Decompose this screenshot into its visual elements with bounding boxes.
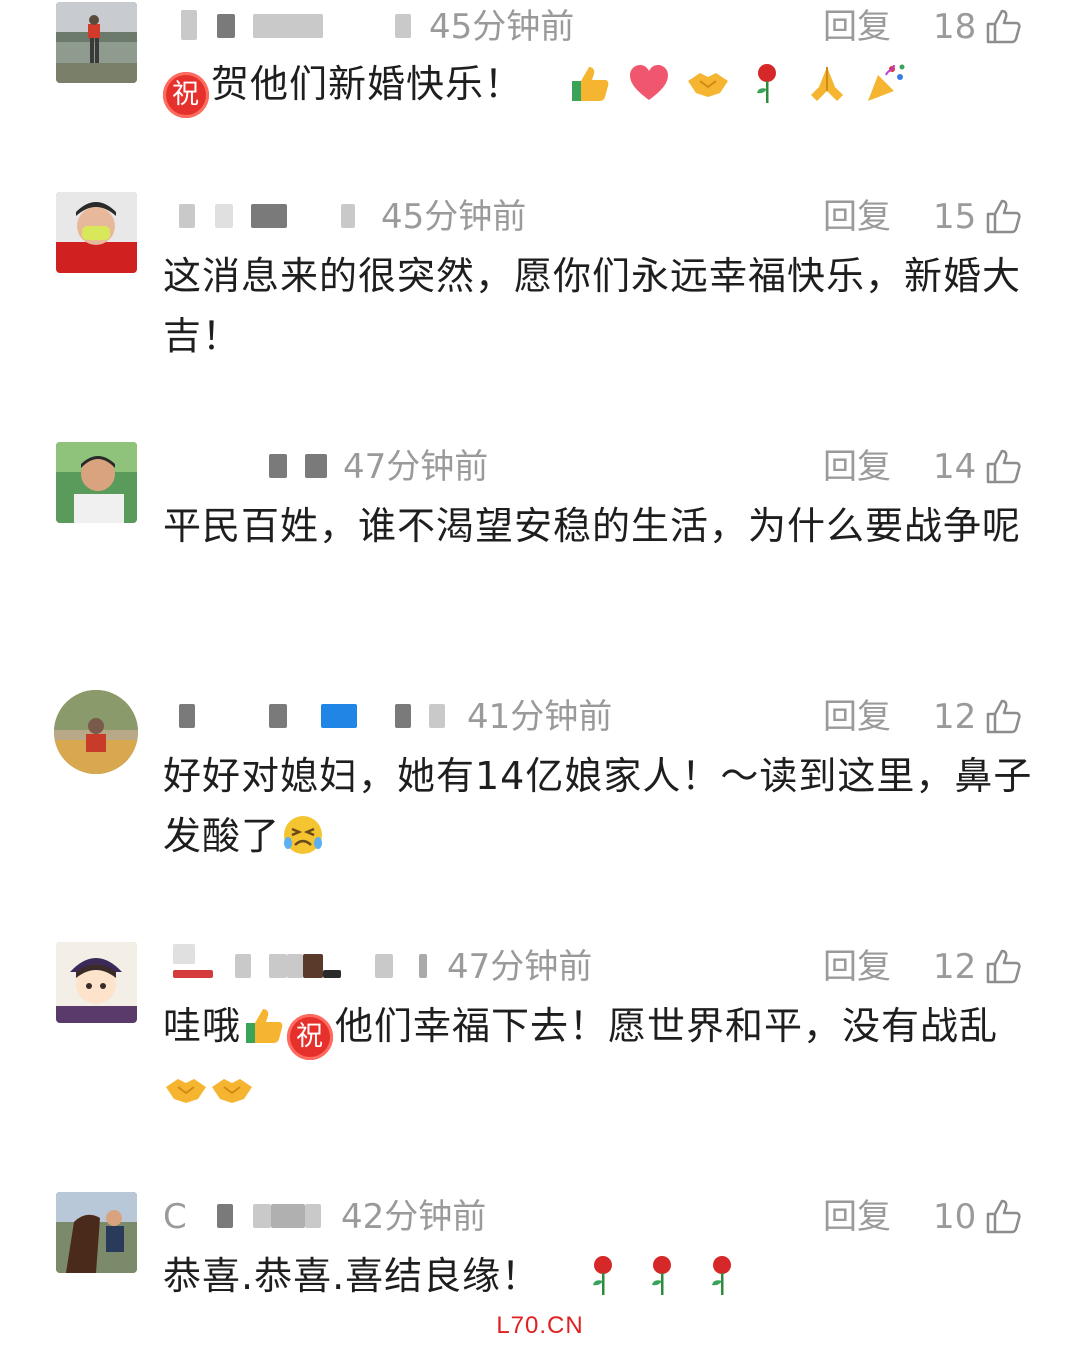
comment-meta: 47分钟前 回复 12 (163, 942, 1040, 992)
masked-username (375, 954, 393, 978)
masked-username (303, 954, 323, 978)
masked-username (321, 704, 357, 728)
like-count: 14 (933, 447, 977, 487)
avatar-image (56, 2, 137, 83)
thumbs-up-icon[interactable] (983, 446, 1023, 486)
comment-text: 这消息来的很突然，愿你们永远幸福快乐，新婚大吉！ (163, 254, 1022, 358)
avatar[interactable] (56, 942, 137, 1023)
comment-meta: 45分钟前 回复 15 (163, 192, 1040, 242)
like-count: 12 (933, 697, 977, 737)
avatar-image (56, 1192, 137, 1273)
comment-meta: 45分钟前 回复 18 (163, 2, 1040, 52)
comment-text: 祝贺他们新婚快乐！ (163, 54, 1033, 118)
handshake-emoji-icon (212, 1079, 252, 1103)
masked-username (181, 10, 197, 40)
masked-username (253, 14, 323, 38)
watermark: L70.CN (496, 1312, 584, 1339)
thumbs-up-icon[interactable] (983, 696, 1023, 736)
reply-button[interactable]: 回复 (823, 192, 891, 242)
masked-username (173, 944, 195, 964)
comment-time: 41分钟前 (467, 697, 613, 737)
comment-meta: 47分钟前 回复 14 (163, 442, 1040, 492)
reply-button[interactable]: 回复 (823, 942, 891, 992)
zhu-emoji-icon: 祝 (287, 1014, 334, 1060)
masked-username (269, 704, 287, 728)
masked-username (251, 204, 287, 228)
heart-emoji-icon (630, 65, 669, 100)
rose-emoji-icon (711, 1256, 731, 1295)
comment-text-segment: 他们幸福下去！愿世界和平，没有战乱 (335, 1004, 999, 1048)
comment-time: 47分钟前 (343, 447, 489, 487)
masked-username (217, 14, 235, 38)
masked-username (269, 454, 287, 478)
username-initial[interactable]: C (163, 1192, 187, 1242)
reply-button[interactable]: 回复 (823, 1192, 891, 1242)
masked-username (269, 954, 287, 978)
avatar[interactable] (56, 442, 137, 523)
comment-text: 好好对媳妇，她有14亿娘家人！～读到这里，鼻子发酸了 (163, 746, 1033, 866)
masked-username (395, 704, 411, 728)
like-count: 10 (933, 1197, 977, 1237)
thumbs-up-emoji-icon (246, 1009, 283, 1043)
reply-button[interactable]: 回复 (823, 2, 891, 52)
like-count: 12 (933, 947, 977, 987)
comment-text: 平民百姓，谁不渴望安稳的生活，为什么要战争呢 (163, 504, 1022, 548)
masked-username (179, 704, 195, 728)
comment-text-segment: 贺他们新婚快乐！ (211, 62, 524, 106)
thumbs-up-icon[interactable] (983, 1196, 1023, 1236)
comment-time: 45分钟前 (381, 197, 527, 237)
avatar[interactable] (54, 690, 138, 774)
zhu-emoji-icon: 祝 (163, 72, 209, 118)
rose-emoji-icon (757, 64, 777, 103)
avatar[interactable] (56, 192, 137, 273)
reply-button[interactable]: 回复 (823, 442, 891, 492)
comment-text: 恭喜.恭喜.喜结良缘！ (163, 1246, 1033, 1306)
party-popper-emoji-icon (867, 64, 905, 101)
thumbs-up-icon[interactable] (983, 196, 1023, 236)
masked-username (323, 970, 341, 978)
masked-username (235, 954, 251, 978)
thumbs-up-icon[interactable] (983, 6, 1023, 46)
like-count: 18 (933, 7, 977, 47)
comment-time: 42分钟前 (341, 1197, 487, 1237)
masked-username (287, 954, 303, 978)
masked-username (179, 204, 195, 228)
crying-face-emoji-icon (284, 816, 323, 854)
masked-username (305, 454, 327, 478)
reply-button[interactable]: 回复 (823, 692, 891, 742)
praying-hands-emoji-icon (810, 67, 843, 101)
thumbs-up-icon[interactable] (983, 946, 1023, 986)
avatar[interactable] (56, 2, 137, 83)
avatar-image (56, 442, 137, 523)
avatar-image (54, 690, 138, 774)
comment-time: 47分钟前 (447, 947, 593, 987)
masked-username (341, 204, 355, 228)
masked-username (395, 14, 411, 38)
rose-emoji-icon (652, 1256, 672, 1295)
avatar-image (56, 942, 137, 1023)
avatar[interactable] (56, 1192, 137, 1273)
like-count: 15 (933, 197, 977, 237)
masked-username (253, 1204, 271, 1228)
comment-meta: 41分钟前 回复 12 (163, 692, 1040, 742)
masked-username (215, 204, 233, 228)
rose-emoji-icon (593, 1256, 613, 1295)
masked-username (173, 970, 213, 978)
masked-username (217, 1204, 233, 1228)
masked-username (419, 954, 427, 978)
masked-username (429, 704, 445, 728)
avatar-image (56, 192, 137, 273)
comment-text-segment: 恭喜.恭喜.喜结良缘！ (163, 1254, 541, 1298)
masked-username (305, 1204, 321, 1228)
comment-time: 45分钟前 (429, 7, 575, 47)
masked-username (271, 1204, 305, 1228)
handshake-emoji-icon (688, 73, 729, 97)
comment-text-segment: 哇哦 (163, 1004, 242, 1048)
handshake-emoji-icon (166, 1079, 206, 1103)
comment-meta: C 42分钟前 回复 10 (163, 1192, 1040, 1242)
comment-text: 哇哦 祝他们幸福下去！愿世界和平，没有战乱 (163, 996, 1033, 1120)
thumbs-up-emoji-icon (572, 67, 609, 101)
